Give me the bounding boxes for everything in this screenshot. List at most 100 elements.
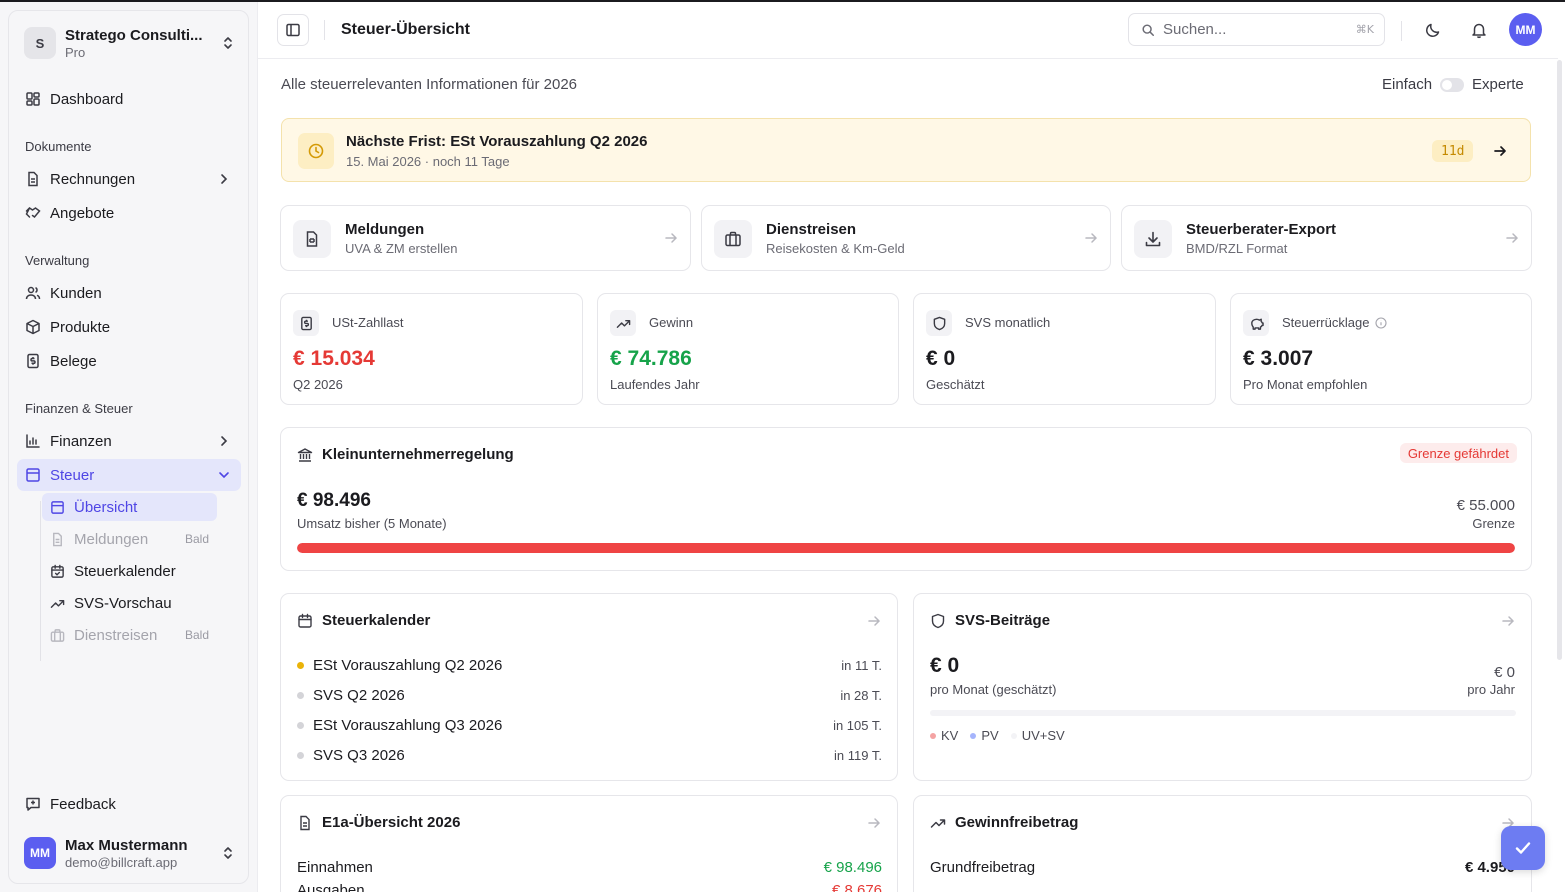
header-divider [1401,21,1402,41]
bell-icon[interactable] [1470,21,1488,39]
calculator-icon [26,468,40,482]
e1a-row: Ausgaben € 8.676 [297,882,882,892]
sidebar-subitem-label: Übersicht [74,498,138,516]
scrollbar[interactable] [1557,60,1562,660]
legend-label: UV+SV [1021,728,1065,743]
calendar-entry[interactable]: ESt Vorauszahlung Q3 2026 in 105 T. [297,715,882,735]
org-name: Stratego Consulti... [65,26,203,44]
kpi-card-gewinn: Gewinn € 74.786 Laufendes Jahr [597,293,899,405]
arrow-right-icon[interactable] [867,614,881,628]
calendar-entry[interactable]: ESt Vorauszahlung Q2 2026 in 11 T. [297,655,882,675]
sidebar-item-finanzen[interactable]: Finanzen [17,425,241,457]
kpi-value: € 0 [926,347,956,370]
search-input[interactable]: Suchen... ⌘K [1128,13,1385,46]
sidebar-subitem-label: Meldungen [74,530,149,548]
calendar-entry-name: ESt Vorauszahlung Q3 2026 [313,716,503,734]
page-subtitle: Alle steuerrelevanten Informationen für … [281,76,578,93]
limit-progress-fill [297,543,1515,553]
top-header: Steuer-Übersicht Suchen... ⌘K MM [258,2,1558,59]
section-label-finanzen-steuer: Finanzen & Steuer [25,401,133,416]
sidebar-item-produkte[interactable]: Produkte [17,311,241,343]
calendar-entry-name: SVS Q3 2026 [313,746,405,764]
calendar-entry-name: SVS Q2 2026 [313,686,405,704]
arrow-right-icon[interactable] [867,816,881,830]
sidebar-subitem-label: Dienstreisen [74,626,158,644]
sidebar-item-angebote[interactable]: Angebote [17,197,241,229]
arrow-right-icon [1506,233,1519,243]
trending-up-icon [930,818,946,828]
arrow-right-icon [1494,146,1506,156]
receipt-icon [293,310,319,336]
legend-dot [930,732,936,739]
sidebar-item-feedback[interactable]: Feedback [17,788,241,820]
tasks-fab-button[interactable] [1501,826,1545,870]
arrow-right-icon [665,233,678,243]
sidebar-subitem-svs-vorschau[interactable]: SVS-Vorschau [42,589,217,617]
status-badge: Grenze gefährdet [1399,443,1517,463]
card-header: Steuerkalender [297,612,430,629]
user-name: Max Mustermann [65,836,188,854]
panel-left-icon [286,23,300,37]
chevrons-up-down-icon [224,847,232,859]
kleinunternehmer-card: Kleinunternehmerregelung Grenze gefährde… [280,427,1532,571]
user-menu[interactable]: MM Max Mustermann demo@billcraft.app [24,834,236,872]
sidebar-item-kunden[interactable]: Kunden [17,277,241,309]
deadline-title: Nächste Frist: ESt Vorauszahlung Q2 2026 [346,133,648,150]
quick-action-meldungen[interactable]: Meldungen UVA & ZM erstellen [280,205,691,271]
quick-action-title: Dienstreisen [766,221,857,238]
quick-action-dienstreisen[interactable]: Dienstreisen Reisekosten & Km-Geld [701,205,1111,271]
quick-action-export[interactable]: Steuerberater-Export BMD/RZL Format [1121,205,1532,271]
revenue-amount: € 98.496 [297,490,371,511]
moon-icon[interactable] [1424,21,1442,39]
calendar-entry[interactable]: SVS Q3 2026 in 119 T. [297,745,882,765]
user-email: demo@billcraft.app [65,854,178,870]
sidebar-item-belege[interactable]: Belege [17,345,241,377]
card-title: E1a-Übersicht 2026 [322,814,461,831]
calendar-entry-due: in 105 T. [833,717,882,733]
sidebar-subitem-label: SVS-Vorschau [74,594,172,612]
org-avatar: S [24,27,56,59]
arrow-right-icon[interactable] [1501,614,1515,628]
calendar-icon [298,613,312,628]
info-icon[interactable] [1375,316,1388,329]
svs-card: SVS-Beiträge € 0 pro Monat (geschätzt) €… [913,593,1532,781]
org-plan: Pro [65,44,86,60]
svs-yearly-amount: € 0 [1494,664,1515,681]
kpi-sub: Q2 2026 [293,377,343,392]
header-avatar[interactable]: MM [1509,13,1542,46]
briefcase-icon [714,220,752,258]
calendar-entry[interactable]: SVS Q2 2026 in 28 T. [297,685,882,705]
sidebar-item-label: Steuer [50,466,95,484]
dashboard-icon [26,92,40,106]
sidebar-item-steuer[interactable]: Steuer [17,459,241,491]
gewinnfreibetrag-card: Gewinnfreibetrag Grundfreibetrag € 4.950 [913,795,1532,892]
bar-chart-icon [26,434,40,448]
svs-monthly-amount: € 0 [930,654,960,677]
trending-up-icon [50,599,65,608]
sidebar-item-dashboard[interactable]: Dashboard [17,83,241,115]
next-deadline-banner[interactable]: Nächste Frist: ESt Vorauszahlung Q2 2026… [281,118,1531,182]
package-icon [26,319,40,335]
e1a-row-label: Ausgaben [297,882,365,892]
org-switcher[interactable]: S Stratego Consulti... Pro [24,25,236,61]
status-dot [297,751,304,759]
file-text-icon [53,532,62,546]
kpi-value: € 3.007 [1243,347,1314,370]
card-title: SVS-Beiträge [955,612,1051,629]
sidebar-subitem-uebersicht[interactable]: Übersicht [42,493,217,521]
e1a-row-value: € 8.676 [831,882,882,892]
sidebar-item-rechnungen[interactable]: Rechnungen [17,163,241,195]
expert-mode-switch[interactable] [1440,77,1465,92]
receipt-icon [27,353,39,369]
quick-action-subtitle: UVA & ZM erstellen [345,241,458,256]
chevron-down-icon [219,472,229,479]
sidebar-toggle-button[interactable] [277,14,309,46]
mode-toggle: Einfach Experte [1382,76,1524,93]
user-avatar: MM [24,837,56,869]
sidebar-item-label: Angebote [50,204,115,222]
search-icon [1142,23,1154,36]
sidebar-subitem-steuerkalender[interactable]: Steuerkalender [42,557,217,585]
kpi-label: Steuerrücklage [1282,315,1388,330]
svs-monthly-label: pro Monat (geschätzt) [930,682,1057,697]
kpi-label: Gewinn [649,315,694,330]
